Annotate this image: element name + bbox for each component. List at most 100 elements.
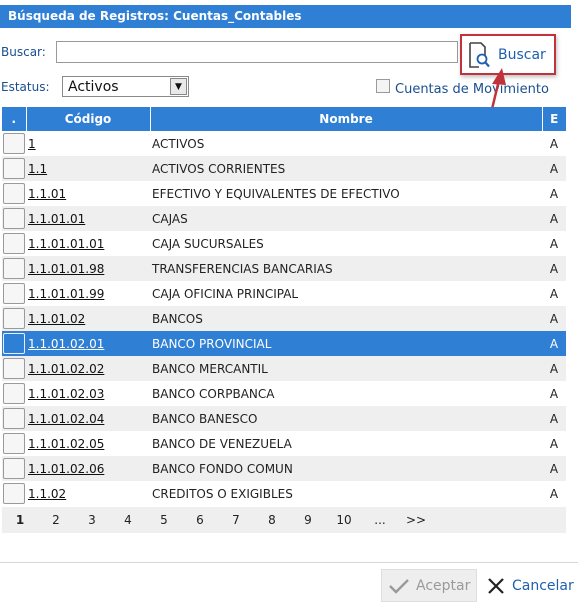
account-code-link[interactable]: 1.1.01.02.03 — [28, 387, 104, 401]
account-code-link[interactable]: 1.1.01.02.05 — [28, 437, 104, 451]
account-code-link[interactable]: 1.1.01.02.01 — [28, 337, 104, 351]
table-row[interactable]: 1.1.01.01.99 CAJA OFICINA PRINCIPAL A — [2, 281, 566, 306]
header-status[interactable]: E — [542, 107, 566, 131]
page-link[interactable]: 3 — [74, 513, 110, 527]
code-cell[interactable]: 1.1.01.01.99 — [26, 281, 150, 306]
account-code-link[interactable]: 1 — [28, 137, 36, 151]
account-code-link[interactable]: 1.1.01.02 — [28, 312, 85, 326]
status-select[interactable]: Activos ▼ — [62, 76, 189, 97]
code-cell[interactable]: 1.1.01.01.98 — [26, 256, 150, 281]
row-select-cell[interactable] — [2, 306, 26, 331]
row-select-cell[interactable] — [2, 456, 26, 481]
page-link[interactable]: 2 — [38, 513, 74, 527]
row-checkbox[interactable] — [3, 308, 25, 329]
row-checkbox[interactable] — [3, 283, 25, 304]
row-checkbox[interactable] — [3, 133, 25, 154]
account-code-link[interactable]: 1.1.01.01.99 — [28, 287, 104, 301]
page-link[interactable]: 4 — [110, 513, 146, 527]
code-cell[interactable]: 1.1.02 — [26, 481, 150, 506]
code-cell[interactable]: 1.1.01.01 — [26, 206, 150, 231]
accept-button[interactable]: Aceptar — [381, 569, 477, 602]
code-cell[interactable]: 1.1.01.02.05 — [26, 431, 150, 456]
row-checkbox[interactable] — [3, 483, 25, 504]
header-name[interactable]: Nombre — [150, 107, 543, 131]
row-select-cell[interactable] — [2, 256, 26, 281]
table-row[interactable]: 1.1.01.02.01 BANCO PROVINCIAL A — [2, 331, 566, 356]
name-cell: BANCO DE VENEZUELA — [150, 431, 542, 456]
table-row[interactable]: 1.1.01.02.03 BANCO CORPBANCA A — [2, 381, 566, 406]
row-checkbox[interactable] — [3, 458, 25, 479]
account-code-link[interactable]: 1.1.01.01.98 — [28, 262, 104, 276]
code-cell[interactable]: 1 — [26, 131, 150, 156]
row-checkbox[interactable] — [3, 358, 25, 379]
row-checkbox[interactable] — [3, 258, 25, 279]
row-checkbox[interactable] — [3, 433, 25, 454]
row-select-cell[interactable] — [2, 406, 26, 431]
row-select-cell[interactable] — [2, 356, 26, 381]
table-row[interactable]: 1.1.01.02 BANCOS A — [2, 306, 566, 331]
account-code-link[interactable]: 1.1.02 — [28, 487, 66, 501]
code-cell[interactable]: 1.1.01.02 — [26, 306, 150, 331]
page-link[interactable]: ... — [362, 513, 398, 527]
code-cell[interactable]: 1.1.01.02.02 — [26, 356, 150, 381]
table-row[interactable]: 1 ACTIVOS A — [2, 131, 566, 156]
table-row[interactable]: 1.1 ACTIVOS CORRIENTES A — [2, 156, 566, 181]
table-row[interactable]: 1.1.01.02.05 BANCO DE VENEZUELA A — [2, 431, 566, 456]
account-code-link[interactable]: 1.1.01.01.01 — [28, 237, 104, 251]
row-checkbox[interactable] — [3, 383, 25, 404]
code-cell[interactable]: 1.1.01.02.03 — [26, 381, 150, 406]
table-row[interactable]: 1.1.01.01.98 TRANSFERENCIAS BANCARIAS A — [2, 256, 566, 281]
row-checkbox[interactable] — [3, 158, 25, 179]
movement-accounts-checkbox[interactable] — [376, 79, 390, 93]
account-code-link[interactable]: 1.1.01.02.02 — [28, 362, 104, 376]
row-checkbox[interactable] — [3, 233, 25, 254]
code-cell[interactable]: 1.1.01.02.01 — [26, 331, 150, 356]
cancel-button[interactable]: Cancelar — [484, 569, 576, 602]
row-checkbox[interactable] — [3, 333, 25, 354]
chevron-down-icon[interactable]: ▼ — [170, 78, 187, 95]
table-row[interactable]: 1.1.01.01 CAJAS A — [2, 206, 566, 231]
page-link[interactable]: 5 — [146, 513, 182, 527]
table-row[interactable]: 1.1.01.02.06 BANCO FONDO COMUN A — [2, 456, 566, 481]
table-row[interactable]: 1.1.01.02.02 BANCO MERCANTIL A — [2, 356, 566, 381]
page-link[interactable]: 9 — [290, 513, 326, 527]
page-link[interactable]: >> — [398, 513, 434, 527]
table-row[interactable]: 1.1.01 EFECTIVO Y EQUIVALENTES DE EFECTIV… — [2, 181, 566, 206]
table-row[interactable]: 1.1.01.02.04 BANCO BANESCO A — [2, 406, 566, 431]
code-cell[interactable]: 1.1 — [26, 156, 150, 181]
row-checkbox[interactable] — [3, 208, 25, 229]
search-input[interactable] — [56, 41, 458, 63]
row-select-cell[interactable] — [2, 181, 26, 206]
status-label: Estatus: — [1, 80, 50, 94]
page-link[interactable]: 1 — [2, 513, 38, 527]
row-select-cell[interactable] — [2, 231, 26, 256]
account-code-link[interactable]: 1.1.01.02.04 — [28, 412, 104, 426]
code-cell[interactable]: 1.1.01.01.01 — [26, 231, 150, 256]
table-row[interactable]: 1.1.01.01.01 CAJA SUCURSALES A — [2, 231, 566, 256]
row-checkbox[interactable] — [3, 183, 25, 204]
table-header-row: . Código Nombre E — [2, 107, 566, 131]
row-select-cell[interactable] — [2, 156, 26, 181]
row-select-cell[interactable] — [2, 131, 26, 156]
code-cell[interactable]: 1.1.01.02.04 — [26, 406, 150, 431]
row-select-cell[interactable] — [2, 281, 26, 306]
account-code-link[interactable]: 1.1.01.02.06 — [28, 462, 104, 476]
row-select-cell[interactable] — [2, 431, 26, 456]
header-code[interactable]: Código — [26, 107, 151, 131]
account-code-link[interactable]: 1.1.01.01 — [28, 212, 85, 226]
row-select-cell[interactable] — [2, 206, 26, 231]
table-row[interactable]: 1.1.02 CREDITOS O EXIGIBLES A — [2, 481, 566, 506]
page-link[interactable]: 7 — [218, 513, 254, 527]
row-checkbox[interactable] — [3, 408, 25, 429]
code-cell[interactable]: 1.1.01 — [26, 181, 150, 206]
page-link[interactable]: 6 — [182, 513, 218, 527]
status-cell: A — [542, 256, 566, 281]
code-cell[interactable]: 1.1.01.02.06 — [26, 456, 150, 481]
page-link[interactable]: 8 — [254, 513, 290, 527]
row-select-cell[interactable] — [2, 331, 26, 356]
row-select-cell[interactable] — [2, 481, 26, 506]
row-select-cell[interactable] — [2, 381, 26, 406]
account-code-link[interactable]: 1.1 — [28, 162, 47, 176]
account-code-link[interactable]: 1.1.01 — [28, 187, 66, 201]
page-link[interactable]: 10 — [326, 513, 362, 527]
